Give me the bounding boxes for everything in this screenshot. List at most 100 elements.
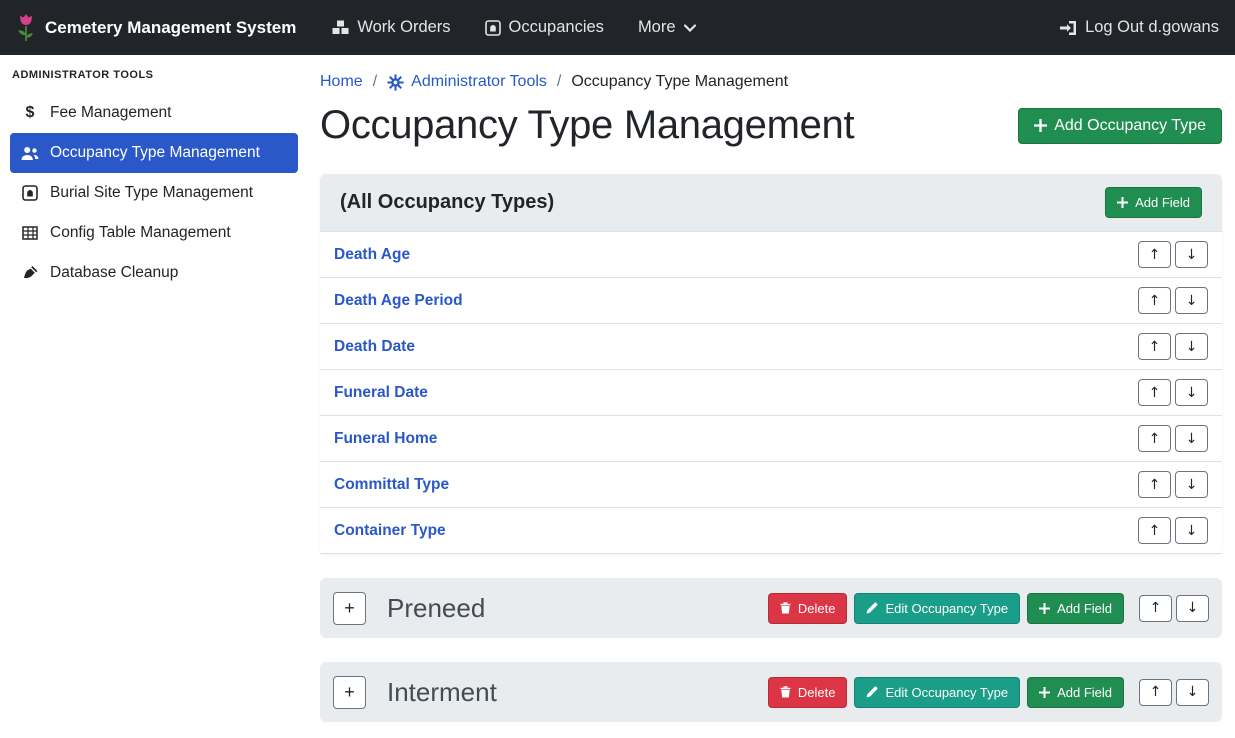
field-link[interactable]: Committal Type — [334, 476, 449, 494]
top-navbar: Cemetery Management System Work Orders Oc… — [0, 0, 1235, 55]
nav-item-occupancies[interactable]: Occupancies — [485, 18, 604, 37]
sidebar-item-burial-site-type-management[interactable]: Burial Site Type Management — [10, 173, 298, 213]
breadcrumb-separator: / — [557, 73, 561, 91]
reorder-controls: ↑ ↓ — [1138, 517, 1208, 544]
sidebar: ADMINISTRATOR TOOLS $Fee ManagementOccup… — [0, 55, 308, 738]
broom-icon — [20, 265, 40, 281]
nav-item-label: Work Orders — [357, 18, 450, 37]
main-nav: Work Orders Occupancies More — [332, 18, 695, 37]
nav-right: Log Out d.gowans — [1059, 18, 1219, 37]
field-link[interactable]: Death Age Period — [334, 292, 463, 310]
all-occupancy-types-card: (All Occupancy Types) Add Field Death Ag… — [320, 174, 1222, 554]
boxes-icon — [332, 20, 349, 35]
edit-label: Edit Occupancy Type — [885, 685, 1008, 700]
field-row: Death Age ↑ ↓ — [320, 232, 1222, 278]
move-up-button[interactable]: ↑ — [1138, 241, 1171, 268]
move-down-button[interactable]: ↓ — [1175, 425, 1208, 452]
move-up-button[interactable]: ↑ — [1138, 471, 1171, 498]
add-field-button[interactable]: Add Field — [1027, 677, 1124, 708]
delete-label: Delete — [798, 601, 836, 616]
reorder-controls: ↑ ↓ — [1139, 595, 1209, 622]
reorder-controls: ↑ ↓ — [1138, 379, 1208, 406]
move-down-button[interactable]: ↓ — [1175, 333, 1208, 360]
sidebar-item-occupancy-type-management[interactable]: Occupancy Type Management — [10, 133, 298, 173]
card-header: (All Occupancy Types) Add Field — [320, 174, 1222, 232]
field-link[interactable]: Funeral Date — [334, 384, 428, 402]
chevron-down-icon — [684, 24, 696, 32]
expand-button[interactable]: + — [333, 676, 366, 709]
occupancy-type-sections: + Preneed Delete Edit Occupancy Type Add… — [320, 578, 1222, 722]
move-down-button[interactable]: ↓ — [1176, 679, 1209, 706]
sidebar-item-label: Burial Site Type Management — [50, 184, 253, 202]
breadcrumb-home[interactable]: Home — [320, 73, 363, 91]
sidebar-item-label: Occupancy Type Management — [50, 144, 260, 162]
add-occupancy-type-button[interactable]: Add Occupancy Type — [1018, 108, 1222, 144]
reorder-controls: ↑ ↓ — [1138, 241, 1208, 268]
section-actions: Delete Edit Occupancy Type Add Field ↑ ↓ — [768, 677, 1209, 708]
nav-item-label: Occupancies — [509, 18, 604, 37]
logout-link[interactable]: Log Out d.gowans — [1059, 18, 1219, 37]
add-field-button[interactable]: Add Field — [1105, 187, 1202, 218]
gear-icon — [387, 74, 404, 91]
move-up-button[interactable]: ↑ — [1138, 333, 1171, 360]
field-link[interactable]: Death Age — [334, 246, 410, 264]
page-title: Occupancy Type Management — [320, 103, 854, 148]
edit-occupancy-type-button[interactable]: Edit Occupancy Type — [854, 677, 1020, 708]
field-row: Funeral Date ↑ ↓ — [320, 370, 1222, 416]
app-title: Cemetery Management System — [45, 18, 296, 38]
add-field-label: Add Field — [1057, 601, 1112, 616]
move-down-button[interactable]: ↓ — [1175, 517, 1208, 544]
logout-icon — [1059, 20, 1077, 36]
delete-button[interactable]: Delete — [768, 593, 848, 624]
add-field-button[interactable]: Add Field — [1027, 593, 1124, 624]
nav-item-more[interactable]: More — [638, 18, 696, 37]
delete-button[interactable]: Delete — [768, 677, 848, 708]
sidebar-item-database-cleanup[interactable]: Database Cleanup — [10, 253, 298, 293]
breadcrumb: Home / — [320, 73, 1222, 91]
add-field-label: Add Field — [1057, 685, 1112, 700]
pencil-icon — [866, 602, 878, 614]
sidebar-item-fee-management[interactable]: $Fee Management — [10, 93, 298, 133]
field-row: Committal Type ↑ ↓ — [320, 462, 1222, 508]
move-up-button[interactable]: ↑ — [1138, 517, 1171, 544]
field-row: Death Date ↑ ↓ — [320, 324, 1222, 370]
field-link[interactable]: Funeral Home — [334, 430, 437, 448]
reorder-controls: ↑ ↓ — [1138, 333, 1208, 360]
move-down-button[interactable]: ↓ — [1176, 595, 1209, 622]
add-occupancy-type-label: Add Occupancy Type — [1054, 117, 1206, 135]
title-row: Occupancy Type Management Add Occupancy … — [320, 103, 1222, 148]
move-up-button[interactable]: ↑ — [1139, 679, 1172, 706]
move-up-button[interactable]: ↑ — [1138, 379, 1171, 406]
headstone-icon — [20, 185, 40, 201]
sidebar-item-config-table-management[interactable]: Config Table Management — [10, 213, 298, 253]
field-row: Death Age Period ↑ ↓ — [320, 278, 1222, 324]
move-up-button[interactable]: ↑ — [1139, 595, 1172, 622]
card-title: (All Occupancy Types) — [340, 191, 554, 214]
move-up-button[interactable]: ↑ — [1138, 425, 1171, 452]
users-icon — [20, 146, 40, 161]
move-up-button[interactable]: ↑ — [1138, 287, 1171, 314]
breadcrumb-admin-tools[interactable]: Administrator Tools — [387, 73, 547, 91]
plus-icon — [1039, 603, 1050, 614]
add-field-label: Add Field — [1135, 195, 1190, 210]
reorder-controls: ↑ ↓ — [1138, 471, 1208, 498]
plus-icon — [1039, 687, 1050, 698]
field-link[interactable]: Death Date — [334, 338, 415, 356]
edit-label: Edit Occupancy Type — [885, 601, 1008, 616]
reorder-controls: ↑ ↓ — [1138, 287, 1208, 314]
expand-button[interactable]: + — [333, 592, 366, 625]
move-down-button[interactable]: ↓ — [1175, 241, 1208, 268]
edit-occupancy-type-button[interactable]: Edit Occupancy Type — [854, 593, 1020, 624]
main-content: Home / — [308, 55, 1235, 738]
app-brand[interactable]: Cemetery Management System — [16, 13, 296, 43]
move-down-button[interactable]: ↓ — [1175, 471, 1208, 498]
field-row: Container Type ↑ ↓ — [320, 508, 1222, 554]
occupancy-type-section-interment: + Interment Delete Edit Occupancy Type A… — [320, 662, 1222, 722]
section-title: Preneed — [387, 593, 485, 624]
field-link[interactable]: Container Type — [334, 522, 446, 540]
move-down-button[interactable]: ↓ — [1175, 379, 1208, 406]
logout-label: Log Out d.gowans — [1085, 18, 1219, 37]
nav-item-work-orders[interactable]: Work Orders — [332, 18, 450, 37]
field-row: Funeral Home ↑ ↓ — [320, 416, 1222, 462]
move-down-button[interactable]: ↓ — [1175, 287, 1208, 314]
